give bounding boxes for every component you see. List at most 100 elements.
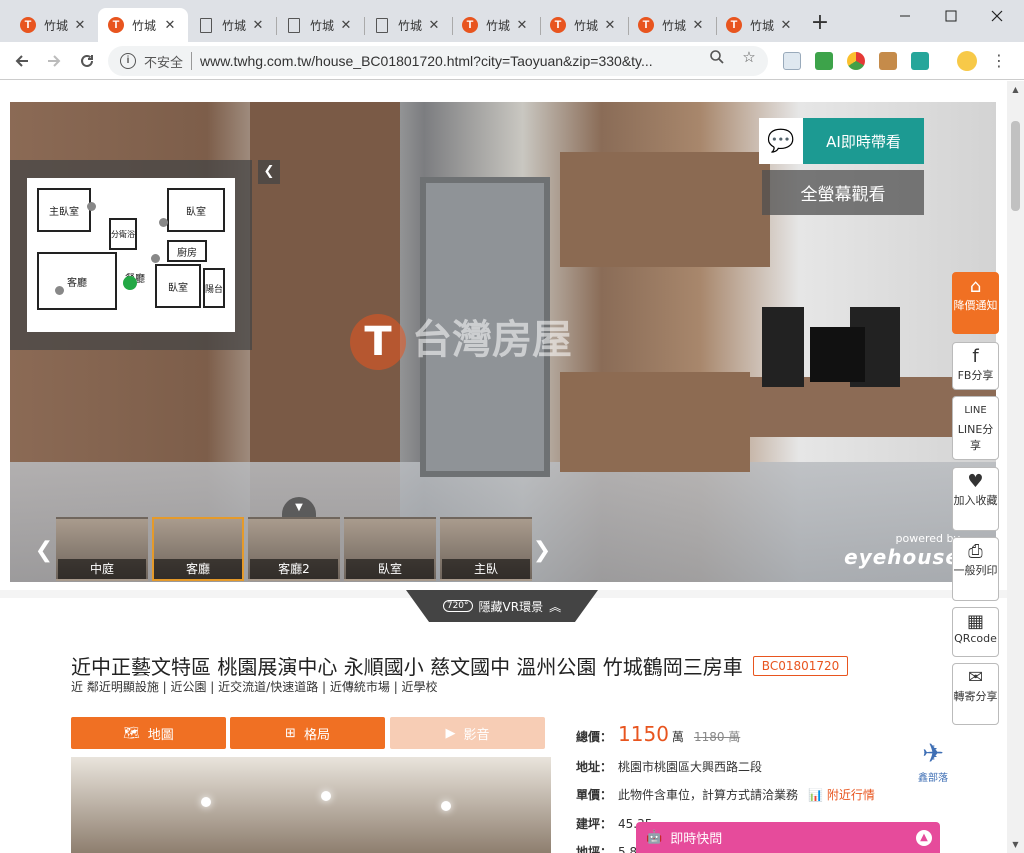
- chat-robot-icon: 🤖: [646, 830, 663, 845]
- browser-tab-6[interactable]: T 竹城 ✕: [452, 8, 540, 42]
- info-icon[interactable]: i: [120, 53, 136, 69]
- minimap-collapse-button[interactable]: ❮: [258, 160, 280, 184]
- nearby-price-link[interactable]: 📊 附近行情: [808, 786, 875, 803]
- add-favorite-button[interactable]: ♥ 加入收藏: [952, 467, 999, 531]
- panorama-cabinet: [560, 152, 770, 267]
- profile-avatar[interactable]: [957, 51, 977, 71]
- scene-thumbnail[interactable]: 臥室: [344, 517, 436, 581]
- chevron-up-icon[interactable]: ▲: [916, 829, 932, 846]
- browser-tab-9[interactable]: T 竹城 ✕: [716, 8, 804, 42]
- close-icon[interactable]: ✕: [72, 18, 88, 33]
- sidebar-label: FB分享: [957, 369, 994, 382]
- bookmark-star-icon[interactable]: ☆: [741, 49, 757, 65]
- price-label: 總價：: [576, 730, 613, 744]
- extension-sync-icon[interactable]: [911, 52, 929, 70]
- heart-icon: ♥: [967, 471, 984, 492]
- qrcode-button[interactable]: ▦ QRcode: [952, 607, 999, 657]
- scroll-up-arrow[interactable]: ▲: [1007, 81, 1024, 98]
- photo-light: [321, 791, 331, 801]
- photo-light: [201, 797, 211, 807]
- tab-title: 竹城: [132, 18, 157, 33]
- close-icon[interactable]: ✕: [250, 18, 266, 33]
- hotspot-dot[interactable]: [55, 286, 64, 295]
- close-icon[interactable]: ✕: [778, 18, 794, 33]
- layout-grid-icon: ⊞: [285, 725, 296, 741]
- house-bell-icon: ⌂: [969, 276, 982, 297]
- close-icon[interactable]: ✕: [338, 18, 354, 33]
- extension-color-icon[interactable]: [847, 52, 865, 70]
- url-text[interactable]: www.twhg.com.tw/house_BC01801720.html?ci…: [200, 53, 700, 69]
- scene-thumbnail[interactable]: 主臥: [440, 517, 532, 581]
- reload-button[interactable]: [75, 49, 99, 73]
- browser-tab-7[interactable]: T 竹城 ✕: [540, 8, 628, 42]
- t-logo-icon: T: [462, 17, 478, 33]
- close-icon[interactable]: ✕: [602, 18, 618, 33]
- land-area-value: 5.8: [618, 845, 638, 853]
- browser-tab-2-active[interactable]: T 竹城 ✕: [98, 8, 188, 42]
- floorplan-minimap[interactable]: 主臥室 臥室 分衛浴 廚房 客廳 餐廳 臥室 陽台 ❮: [10, 160, 280, 350]
- scene-thumbnail[interactable]: 客廳2: [248, 517, 340, 581]
- video-button[interactable]: ▶ 影音: [390, 717, 545, 749]
- close-icon[interactable]: ✕: [162, 18, 178, 33]
- close-window-button[interactable]: [974, 0, 1020, 32]
- browser-tab-1[interactable]: T 竹城 ✕: [10, 8, 98, 42]
- close-icon[interactable]: ✕: [690, 18, 706, 33]
- thumbnail-prev-button[interactable]: ❮: [34, 538, 54, 564]
- scroll-down-arrow[interactable]: ▼: [1007, 836, 1024, 853]
- tab-strip: T 竹城 ✕ T 竹城 ✕ 竹城 ✕ 竹城 ✕ 竹城 ✕ T 竹城 ✕ T 竹城…: [0, 0, 1024, 42]
- line-share-button[interactable]: LINE LINE分享: [952, 396, 999, 460]
- new-tab-button[interactable]: +: [808, 12, 832, 36]
- hotspot-dot[interactable]: [151, 254, 160, 263]
- hide-vr-button[interactable]: 720° 隱藏VR環景 ︽: [406, 590, 598, 622]
- close-icon[interactable]: ✕: [514, 18, 530, 33]
- document-icon: [374, 17, 390, 33]
- hotspot-dot[interactable]: [87, 202, 96, 211]
- sidebar-label: 轉寄分享: [953, 690, 998, 703]
- ai-tour-button[interactable]: 💬 AI即時帶看: [759, 118, 924, 164]
- thumbnail-next-button[interactable]: ❯: [532, 538, 552, 564]
- maximize-button[interactable]: [928, 0, 974, 32]
- tab-title: 竹城: [310, 18, 335, 33]
- extension-box-icon[interactable]: [879, 52, 897, 70]
- forward-button[interactable]: [42, 49, 66, 73]
- floorplan-image[interactable]: 主臥室 臥室 分衛浴 廚房 客廳 餐廳 臥室 陽台: [27, 178, 235, 332]
- address-label: 地址：: [576, 760, 613, 774]
- fullscreen-button[interactable]: 全螢幕觀看: [762, 170, 924, 215]
- page-scrollbar[interactable]: ▲ ▼: [1007, 81, 1024, 853]
- zoom-icon[interactable]: [709, 49, 725, 65]
- browser-tab-8[interactable]: T 竹城 ✕: [628, 8, 716, 42]
- printer-icon: ⎙: [968, 541, 983, 562]
- chevron-up-icon: ︽: [549, 599, 562, 614]
- listing-photo[interactable]: [71, 757, 551, 853]
- address-bar[interactable]: i 不安全 www.twhg.com.tw/house_BC01801720.h…: [108, 46, 768, 76]
- sidebar-label: 加入收藏: [953, 494, 998, 507]
- land-area-label: 地坪：: [576, 845, 613, 853]
- extension-mail-icon[interactable]: [815, 52, 833, 70]
- vr-panorama-viewer[interactable]: T台灣房屋 主臥室 臥室 分衛浴 廚房 客廳 餐廳 臥室 陽台 ❮ 💬 AI即時…: [10, 102, 996, 582]
- fb-share-button[interactable]: f FB分享: [952, 342, 999, 390]
- forward-share-button[interactable]: ✉ 轉寄分享: [952, 663, 999, 725]
- scene-thumbnail-selected[interactable]: 客廳: [152, 517, 244, 581]
- price-drop-alert-button[interactable]: ⌂ 降價通知: [952, 272, 999, 334]
- layout-button[interactable]: ⊞ 格局: [230, 717, 385, 749]
- minimize-button[interactable]: [882, 0, 928, 32]
- scrollbar-thumb[interactable]: [1011, 121, 1020, 211]
- current-position-marker: [123, 276, 137, 290]
- browser-tab-4[interactable]: 竹城 ✕: [276, 8, 364, 42]
- scene-thumbnails: 中庭 客廳 客廳2 臥室 主臥: [56, 517, 532, 581]
- map-button[interactable]: 🗺 地圖: [71, 717, 226, 749]
- instant-chat-bar[interactable]: 🤖 即時快問 ▲: [636, 822, 940, 853]
- browser-tab-5[interactable]: 竹城 ✕: [364, 8, 452, 42]
- reload-icon: [81, 54, 93, 67]
- t-logo-icon: T: [20, 17, 36, 33]
- extension-icon[interactable]: [783, 52, 801, 70]
- close-icon[interactable]: ✕: [426, 18, 442, 33]
- hotspot-dot[interactable]: [159, 218, 168, 227]
- scene-thumbnail[interactable]: 中庭: [56, 517, 148, 581]
- menu-kebab-icon[interactable]: ⋮: [991, 53, 1007, 69]
- back-button[interactable]: [10, 49, 34, 73]
- room-bedroom-2: 臥室: [155, 264, 201, 308]
- room-living-room: 客廳: [37, 252, 117, 310]
- print-button[interactable]: ⎙ 一般列印: [952, 537, 999, 601]
- browser-tab-3[interactable]: 竹城 ✕: [188, 8, 276, 42]
